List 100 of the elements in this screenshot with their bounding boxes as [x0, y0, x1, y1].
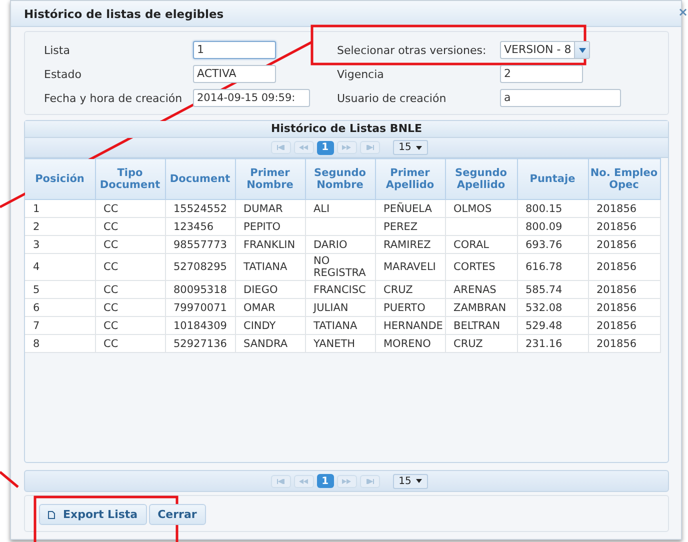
- last-page-icon: [366, 145, 374, 150]
- table-cell: CRUZ: [375, 280, 445, 298]
- close-button[interactable]: Cerrar: [148, 504, 206, 525]
- table-cell: 201856: [588, 316, 660, 334]
- field-label: Fecha y hora de creación: [44, 92, 184, 104]
- table-cell: ZAMBRAN: [445, 298, 517, 316]
- table-cell: 201856: [588, 218, 660, 236]
- table-cell: 532.08: [517, 298, 588, 316]
- table-cell: 201856: [588, 334, 660, 352]
- export-button[interactable]: Export Lista: [39, 504, 147, 525]
- table-cell: 201856: [588, 254, 660, 280]
- column-header[interactable]: Document: [165, 158, 235, 200]
- table-title: Histórico de Listas BNLE: [25, 121, 668, 138]
- column-header[interactable]: No. Empleo Opec: [588, 158, 660, 200]
- table-cell: 7: [25, 316, 95, 334]
- table-cell: 4: [25, 254, 95, 280]
- table-cell: DARIO: [305, 236, 375, 254]
- table-cell: MORENO: [375, 334, 445, 352]
- field-label: Vigencia: [337, 68, 385, 80]
- previous-page-button[interactable]: [294, 141, 314, 154]
- dropdown-arrow-icon: [416, 479, 422, 483]
- column-header[interactable]: Primer Apellido: [375, 158, 445, 200]
- first-page-button[interactable]: [270, 474, 291, 488]
- table-cell: 201856: [588, 280, 660, 298]
- table-cell: 52927136: [165, 334, 235, 352]
- next-page-icon: [342, 478, 352, 484]
- input-field[interactable]: a: [500, 89, 621, 107]
- field-label: Selecionar otras versiones:: [337, 44, 488, 56]
- table-cell: BELTRAN: [445, 316, 517, 334]
- first-page-button[interactable]: [270, 141, 291, 154]
- input-field[interactable]: 1: [193, 41, 276, 59]
- last-page-button[interactable]: [360, 141, 380, 154]
- table-cell: 800.09: [517, 218, 588, 236]
- table-cell: RAMIREZ: [375, 236, 445, 254]
- table-cell: 15524552: [165, 200, 235, 218]
- table-cell: 800.15: [517, 200, 588, 218]
- version-select[interactable]: VERSION - 8: [500, 41, 590, 59]
- column-header[interactable]: Primer Nombre: [235, 158, 305, 200]
- table-cell: 80095318: [165, 280, 235, 298]
- table-cell: CC: [95, 280, 165, 298]
- table-cell: CRUZ: [445, 334, 517, 352]
- column-header[interactable]: Tipo Document: [95, 158, 165, 200]
- table-cell: PEÑUELA: [375, 200, 445, 218]
- input-field[interactable]: ACTIVA: [193, 65, 276, 83]
- table-cell: 201856: [588, 200, 660, 218]
- field-label: Usuario de creación: [337, 92, 448, 104]
- first-page-icon: [276, 478, 285, 484]
- table-cell: 5: [25, 280, 95, 298]
- input-field[interactable]: 2014-09-15 09:59:: [193, 89, 310, 107]
- page-size-select[interactable]: 15: [392, 474, 428, 488]
- table-cell: JULIAN: [305, 298, 375, 316]
- input-field[interactable]: 2: [500, 65, 583, 83]
- table-cell: 123456: [165, 218, 235, 236]
- table-cell: HERNANDE: [375, 316, 445, 334]
- table-cell: 98557773: [165, 236, 235, 254]
- table-cell: 2: [25, 218, 95, 236]
- page-number-button[interactable]: 1: [316, 474, 334, 488]
- table-cell: PEPITO: [235, 218, 305, 236]
- table-cell: 201856: [588, 298, 660, 316]
- table-cell: CC: [95, 334, 165, 352]
- table-cell: 1: [25, 200, 95, 218]
- column-header[interactable]: Segundo Apellido: [445, 158, 517, 200]
- previous-page-icon: [299, 145, 308, 150]
- table-cell: TATIANA: [235, 254, 305, 280]
- page-number-button[interactable]: 1: [316, 140, 334, 154]
- table-cell: 529.48: [517, 316, 588, 334]
- window-title: Histórico de listas de elegibles: [24, 6, 224, 20]
- previous-page-button[interactable]: [294, 474, 314, 488]
- last-page-icon: [366, 478, 374, 484]
- table-cell: 585.74: [517, 280, 588, 298]
- table-cell: [305, 218, 375, 236]
- table-cell: 79970071: [165, 298, 235, 316]
- table-cell: CC: [95, 200, 165, 218]
- table-cell: DUMAR: [235, 200, 305, 218]
- table-cell: [445, 218, 517, 236]
- table-cell: 10184309: [165, 316, 235, 334]
- next-page-button[interactable]: [336, 141, 357, 154]
- table-cell: ALI: [305, 200, 375, 218]
- table-cell: TATIANA: [305, 316, 375, 334]
- table-cell: 616.78: [517, 254, 588, 280]
- column-header[interactable]: Puntaje: [517, 158, 588, 200]
- table-cell: OLMOS: [445, 200, 517, 218]
- next-page-button[interactable]: [336, 474, 357, 488]
- table-cell: PEREZ: [375, 218, 445, 236]
- table-cell: CC: [95, 236, 165, 254]
- column-header[interactable]: Posición: [25, 158, 95, 200]
- field-label: Estado: [44, 68, 82, 80]
- table-cell: NO REGISTRA: [305, 254, 375, 280]
- table-cell: CINDY: [235, 316, 305, 334]
- column-header[interactable]: Segundo Nombre: [305, 158, 375, 200]
- dropdown-arrow-icon: [578, 48, 586, 52]
- table-cell: OMAR: [235, 298, 305, 316]
- last-page-button[interactable]: [360, 474, 380, 488]
- table-cell: PUERTO: [375, 298, 445, 316]
- table-cell: CC: [95, 218, 165, 236]
- previous-page-icon: [299, 478, 308, 484]
- annotation-line: [0, 471, 19, 488]
- table-cell: 201856: [588, 236, 660, 254]
- page-size-select[interactable]: 15: [392, 140, 428, 155]
- close-icon[interactable]: ×: [678, 5, 688, 19]
